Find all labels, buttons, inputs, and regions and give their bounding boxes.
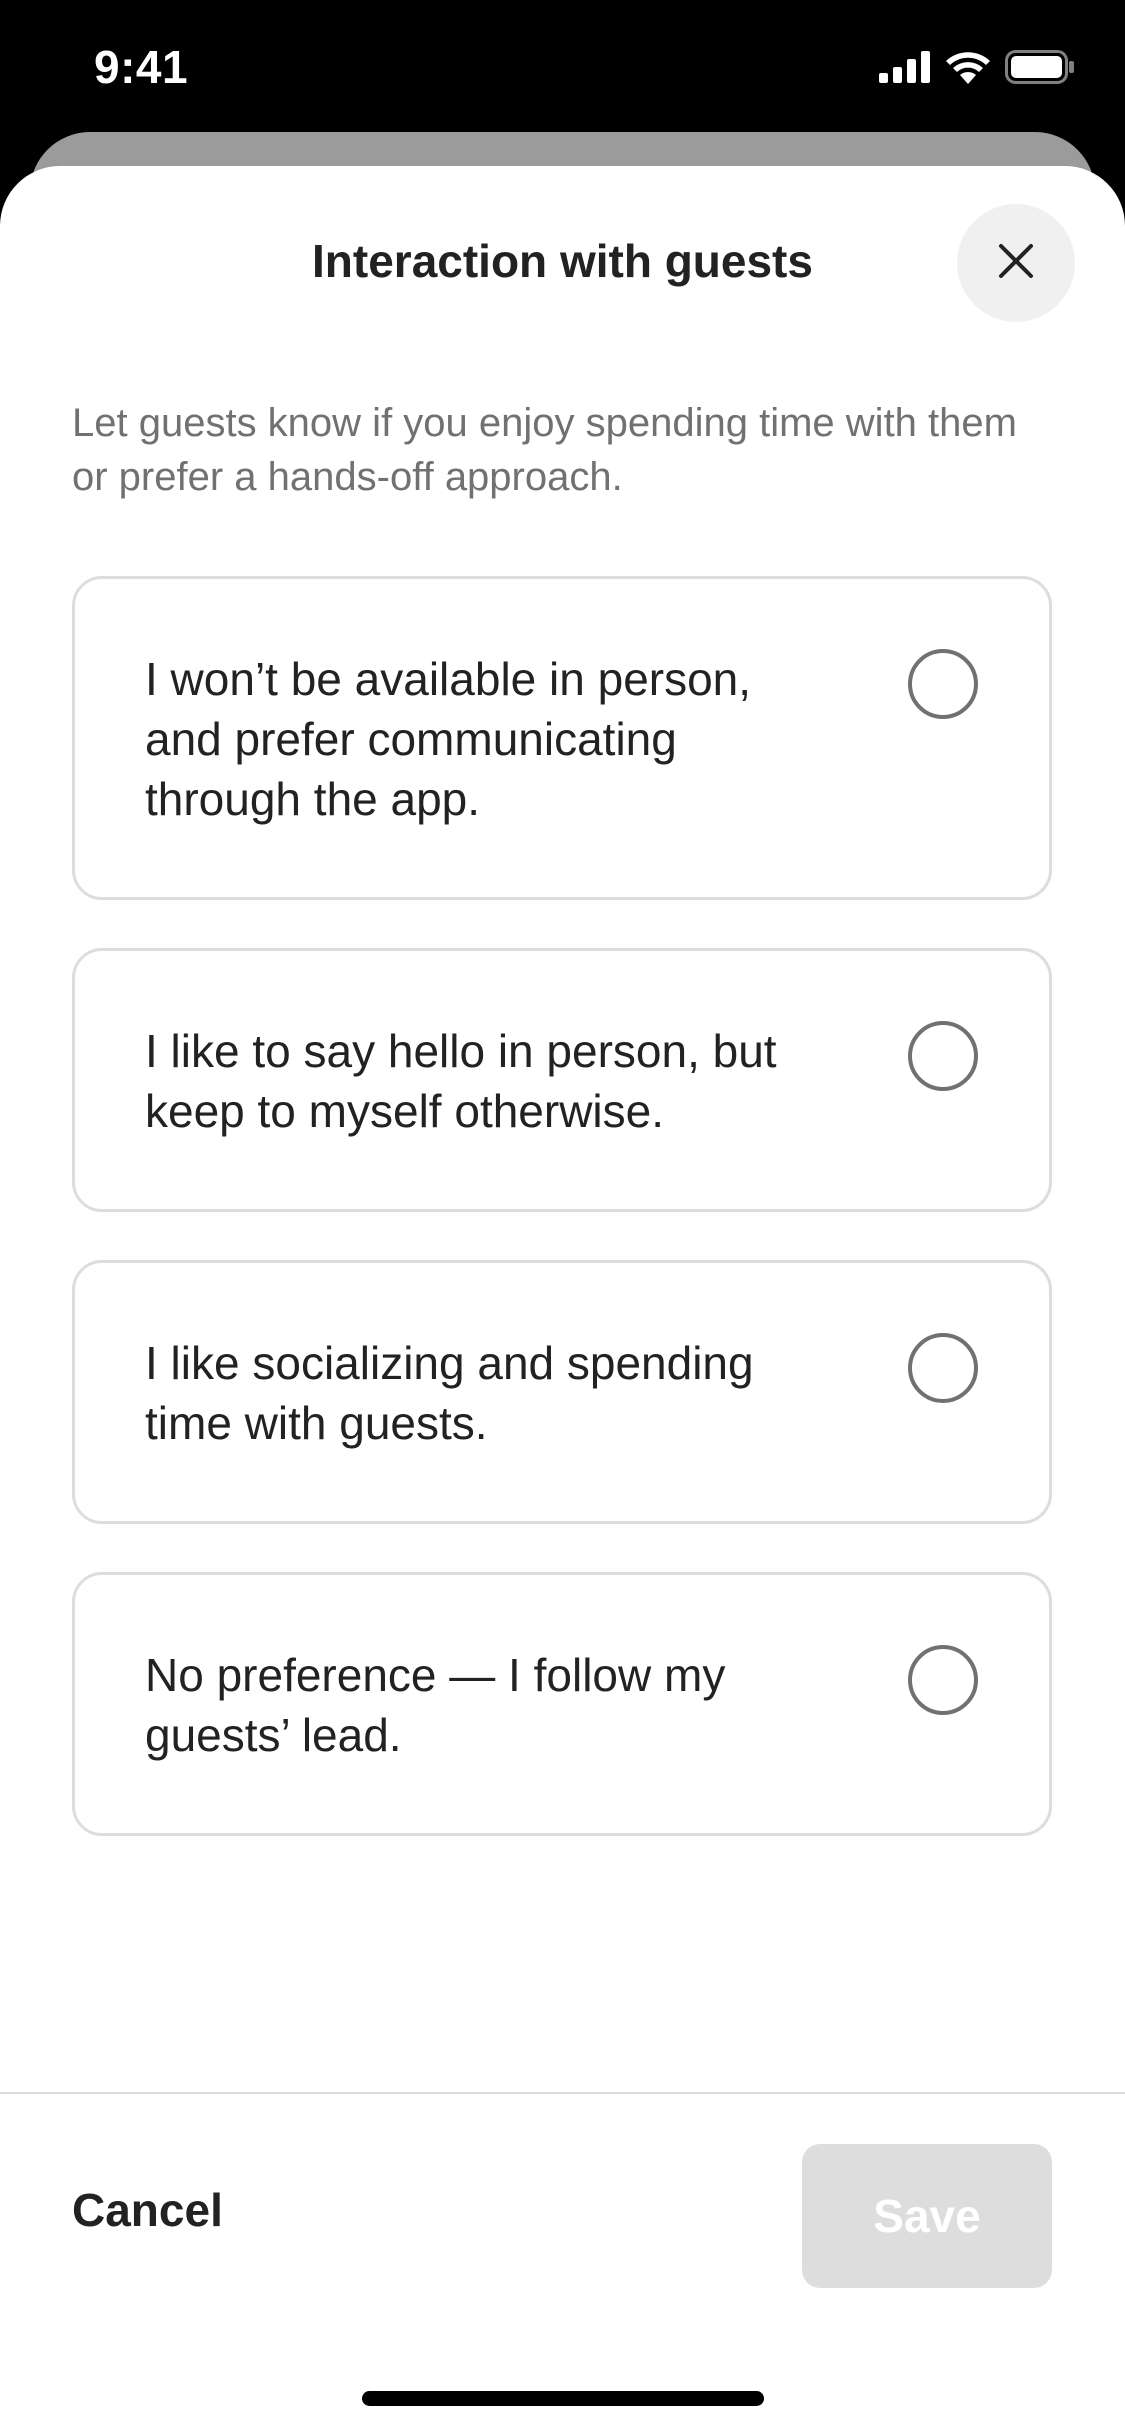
radio-button[interactable] xyxy=(908,1333,978,1403)
radio-button[interactable] xyxy=(908,1021,978,1091)
footer-divider xyxy=(0,2092,1125,2094)
save-button[interactable]: Save xyxy=(802,2144,1052,2288)
close-button[interactable] xyxy=(957,204,1075,322)
wifi-icon xyxy=(945,50,991,89)
modal-sheet: Interaction with guests Let guests know … xyxy=(0,166,1125,2436)
radio-button[interactable] xyxy=(908,649,978,719)
radio-button[interactable] xyxy=(908,1645,978,1715)
status-bar: 9:41 xyxy=(0,0,1125,132)
option-card-say-hello[interactable]: I like to say hello in person, but keep … xyxy=(72,948,1052,1212)
cellular-signal-icon xyxy=(879,51,931,88)
close-icon xyxy=(996,241,1036,286)
option-label: No preference — I follow my guests’ lead… xyxy=(145,1649,726,1761)
option-label: I like to say hello in person, but keep … xyxy=(145,1025,777,1137)
sheet-header: Interaction with guests xyxy=(0,166,1125,362)
cancel-button[interactable]: Cancel xyxy=(72,2180,223,2240)
home-indicator xyxy=(362,2391,764,2406)
status-time: 9:41 xyxy=(94,41,189,93)
status-icons xyxy=(879,50,1075,89)
screen: 9:41 Interaction with guests Let guests … xyxy=(0,0,1125,2436)
option-label: I won’t be available in person, and pref… xyxy=(145,653,752,825)
option-card-no-preference[interactable]: No preference — I follow my guests’ lead… xyxy=(72,1572,1052,1836)
option-label: I like socializing and spending time wit… xyxy=(145,1337,754,1449)
battery-icon xyxy=(1005,50,1075,89)
option-card-socializing[interactable]: I like socializing and spending time wit… xyxy=(72,1260,1052,1524)
sheet-subtitle: Let guests know if you enjoy spending ti… xyxy=(72,401,1017,499)
option-card-not-available[interactable]: I won’t be available in person, and pref… xyxy=(72,576,1052,900)
